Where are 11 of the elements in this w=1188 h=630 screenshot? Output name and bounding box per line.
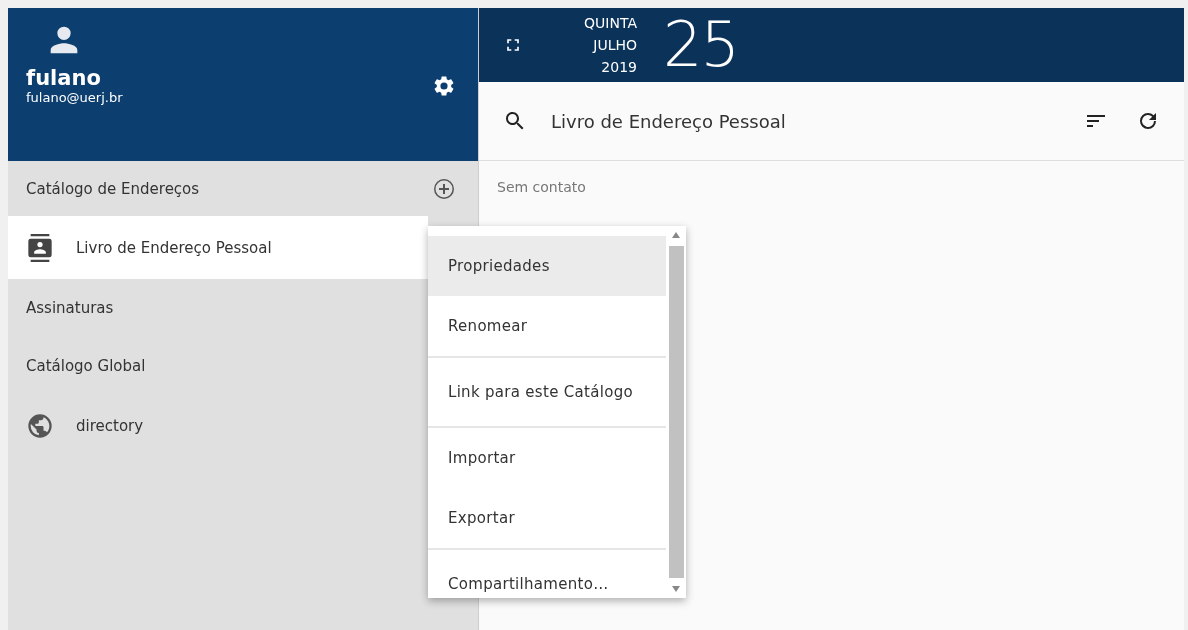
weekday-label: QUINTA [584, 14, 637, 33]
month-label: JULHO [593, 36, 637, 55]
empty-message: Sem contato [496, 178, 587, 197]
section-label: Catálogo de Endereços [26, 179, 201, 198]
user-name: fulano [26, 66, 102, 90]
address-book-title: Livro de Endereço Pessoal [551, 110, 787, 132]
section-label: Catálogo Global [26, 357, 147, 375]
day-number: 25 [663, 8, 738, 82]
year-label: 2019 [601, 58, 637, 77]
user-email: fulano@uerj.br [26, 90, 123, 105]
section-label: Assinaturas [26, 299, 115, 317]
